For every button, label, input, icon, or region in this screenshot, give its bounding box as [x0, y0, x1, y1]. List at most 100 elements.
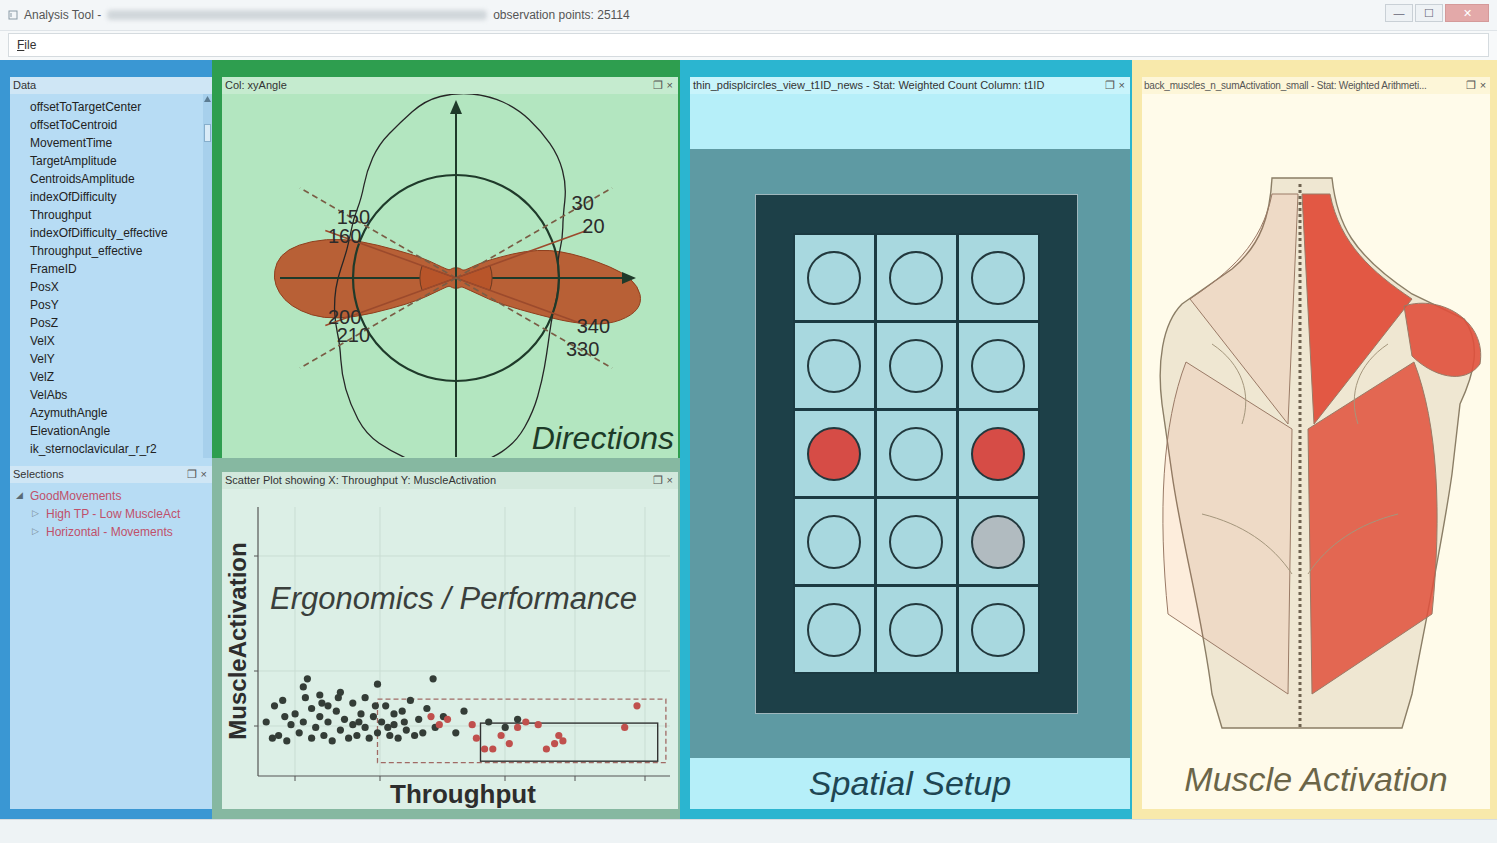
data-point[interactable] — [489, 745, 496, 752]
data-point[interactable] — [279, 697, 286, 704]
target-circle[interactable] — [807, 251, 861, 305]
target-circle[interactable] — [971, 339, 1025, 393]
data-point[interactable] — [399, 708, 406, 715]
data-point[interactable] — [514, 716, 521, 723]
angle-boundary-line[interactable] — [456, 278, 587, 326]
data-point[interactable] — [522, 718, 529, 725]
data-point[interactable] — [300, 683, 307, 690]
target-circle[interactable] — [807, 603, 861, 657]
menu-item[interactable]: File — [17, 36, 36, 54]
target-circle[interactable] — [971, 427, 1025, 481]
close-button[interactable]: × — [1117, 80, 1127, 91]
data-point[interactable] — [362, 724, 369, 731]
data-point[interactable] — [395, 735, 402, 742]
angle-boundary-line[interactable] — [300, 188, 456, 278]
data-column-item[interactable]: ik_sternoclavicular_r_r2 — [10, 440, 203, 458]
close-button[interactable]: × — [665, 80, 675, 91]
data-point[interactable] — [366, 735, 373, 742]
tree-item[interactable]: ◢GoodMovements — [10, 487, 212, 505]
expand-toggle[interactable]: ▷ — [32, 525, 42, 539]
angle-boundary-line[interactable] — [456, 188, 612, 278]
target-circle[interactable] — [807, 515, 861, 569]
data-point[interactable] — [372, 702, 379, 709]
data-point[interactable] — [316, 691, 323, 698]
target-circle[interactable] — [889, 515, 943, 569]
target-circle[interactable] — [971, 603, 1025, 657]
data-point[interactable] — [535, 721, 542, 728]
data-point[interactable] — [355, 718, 362, 725]
data-point[interactable] — [485, 718, 492, 725]
target-circle[interactable] — [889, 251, 943, 305]
data-point[interactable] — [357, 710, 364, 717]
data-point[interactable] — [384, 724, 391, 731]
data-point[interactable] — [308, 735, 315, 742]
data-point[interactable] — [283, 737, 290, 744]
data-column-item[interactable]: AzymuthAngle — [10, 404, 203, 422]
data-point[interactable] — [316, 713, 323, 720]
data-point[interactable] — [401, 718, 408, 725]
angle-boundary-line[interactable] — [300, 278, 456, 368]
data-point[interactable] — [335, 694, 342, 701]
data-point[interactable] — [559, 737, 566, 744]
target-circle[interactable] — [807, 339, 861, 393]
target-circle[interactable] — [971, 515, 1025, 569]
data-column-item[interactable]: indexOfDifficulty — [10, 188, 203, 206]
data-column-item[interactable]: MovementTime — [10, 134, 203, 152]
float-button[interactable]: ❐ — [1464, 80, 1478, 91]
data-point[interactable] — [506, 740, 513, 747]
data-point[interactable] — [324, 718, 331, 725]
data-point[interactable] — [329, 737, 336, 744]
selection-label[interactable]: GoodMovements — [30, 487, 121, 505]
close-button[interactable]: × — [1478, 80, 1488, 91]
selection-rectangle[interactable] — [481, 723, 658, 761]
data-point[interactable] — [374, 729, 381, 736]
data-column-item[interactable]: VelX — [10, 332, 203, 350]
data-column-item[interactable]: PosX — [10, 278, 203, 296]
close-button[interactable]: ✕ — [1445, 4, 1489, 22]
muscle-region[interactable] — [1163, 362, 1292, 694]
data-point[interactable] — [302, 694, 309, 701]
data-point[interactable] — [621, 724, 628, 731]
data-point[interactable] — [633, 702, 640, 709]
data-point[interactable] — [304, 675, 311, 682]
data-point[interactable] — [473, 735, 480, 742]
data-point[interactable] — [271, 702, 278, 709]
data-point[interactable] — [419, 729, 426, 736]
data-point[interactable] — [312, 724, 319, 731]
selection-label[interactable]: Horizontal - Movements — [46, 523, 173, 541]
data-column-item[interactable]: ElevationAngle — [10, 422, 203, 440]
data-column-item[interactable]: PosZ — [10, 314, 203, 332]
data-column-item[interactable]: CentroidsAmplitude — [10, 170, 203, 188]
data-point[interactable] — [308, 705, 315, 712]
data-point[interactable] — [370, 713, 377, 720]
data-point[interactable] — [296, 729, 303, 736]
data-point[interactable] — [382, 702, 389, 709]
data-point[interactable] — [320, 732, 327, 739]
data-point[interactable] — [374, 681, 381, 688]
target-circle[interactable] — [971, 251, 1025, 305]
data-column-item[interactable]: PosY — [10, 296, 203, 314]
close-button[interactable]: × — [665, 475, 675, 486]
data-point[interactable] — [407, 697, 414, 704]
angle-boundary-line[interactable] — [456, 230, 587, 278]
tree-item[interactable]: ▷ High TP - Low MuscleAct — [10, 505, 212, 523]
data-point[interactable] — [281, 713, 288, 720]
tree-item[interactable]: ▷ Horizontal - Movements — [10, 523, 212, 541]
data-point[interactable] — [551, 740, 558, 747]
data-point[interactable] — [378, 718, 385, 725]
float-button[interactable]: ❐ — [651, 475, 665, 486]
data-point[interactable] — [318, 700, 325, 707]
angle-boundary-line[interactable] — [456, 278, 612, 368]
selection-label[interactable]: High TP - Low MuscleAct — [46, 505, 180, 523]
data-point[interactable] — [349, 700, 356, 707]
data-point[interactable] — [269, 735, 276, 742]
data-point[interactable] — [263, 718, 270, 725]
selection-rectangle[interactable] — [378, 699, 666, 763]
data-point[interactable] — [341, 716, 348, 723]
data-point[interactable] — [430, 675, 437, 682]
data-column-item[interactable]: Throughput_effective — [10, 242, 203, 260]
data-point[interactable] — [275, 732, 282, 739]
scroll-thumb[interactable] — [204, 124, 211, 142]
expand-toggle[interactable]: ▷ — [32, 507, 42, 521]
data-point[interactable] — [423, 705, 430, 712]
